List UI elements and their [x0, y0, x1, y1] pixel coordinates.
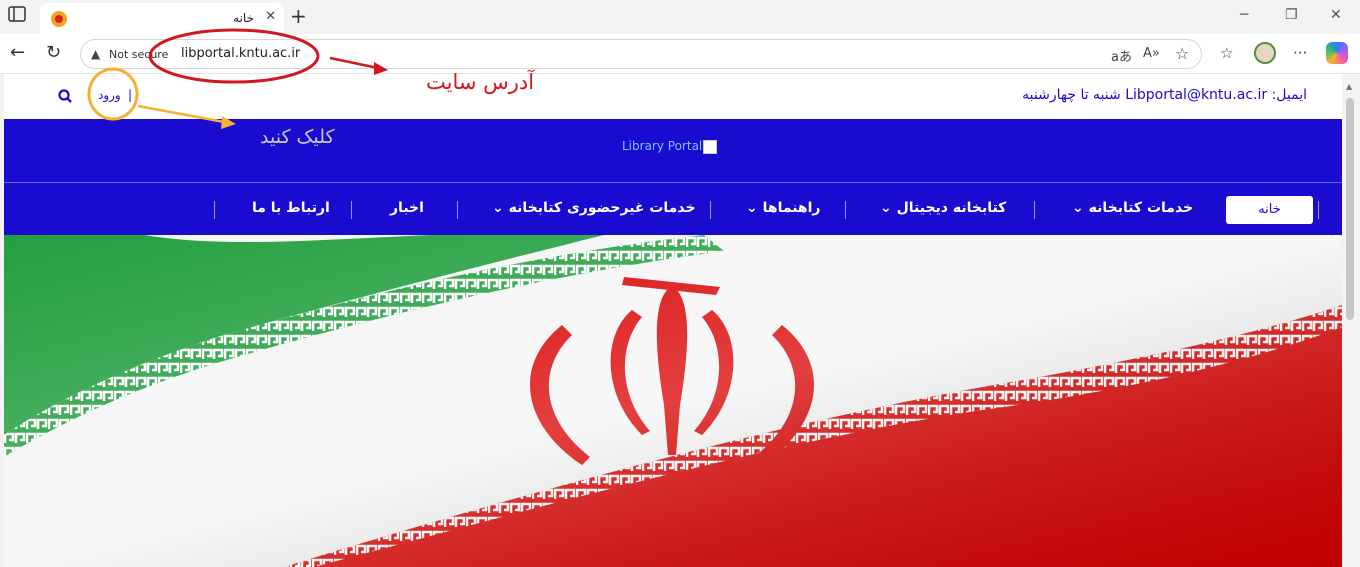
web-page: ایمیل: Libportal@kntu.ac.ir شنبه تا چهار… — [4, 74, 1342, 567]
chevron-down-icon: ⌄ — [746, 200, 758, 216]
translate-icon[interactable]: aあ — [1111, 46, 1132, 65]
tab-strip: خانه ✕ + ─ ❐ ✕ — [0, 0, 1360, 34]
back-icon[interactable]: ← — [10, 42, 25, 63]
chevron-down-icon: ⌄ — [1072, 200, 1084, 216]
close-window-icon[interactable]: ✕ — [1330, 7, 1342, 23]
restore-icon[interactable]: ❐ — [1285, 7, 1298, 23]
contact-email-text: ایمیل: Libportal@kntu.ac.ir شنبه تا چهار… — [1022, 87, 1307, 103]
chevron-down-icon: ⌄ — [880, 200, 892, 216]
address-bar[interactable]: ▲ Not secure libportal.kntu.ac.ir aあ A» … — [80, 39, 1202, 69]
copilot-icon[interactable] — [1326, 42, 1348, 64]
nav-label: راهنماها — [762, 200, 821, 216]
favorite-star-icon[interactable]: ☆ — [1175, 44, 1189, 63]
not-secure-label[interactable]: Not secure — [109, 48, 168, 61]
profile-avatar[interactable] — [1254, 42, 1276, 64]
nav-label: خدمات کتابخانه — [1088, 200, 1194, 216]
annotation-click-here: کلیک کنید — [260, 126, 335, 148]
more-menu-icon[interactable]: ··· — [1293, 44, 1307, 62]
iran-flag-illustration — [4, 235, 1342, 567]
nav-label: خدمات غیرحضوری کتابخانه — [508, 200, 696, 216]
nav-news[interactable]: اخبار — [390, 200, 424, 216]
site-topbar: ایمیل: Libportal@kntu.ac.ir شنبه تا چهار… — [4, 74, 1342, 119]
minimize-icon[interactable]: ─ — [1240, 7, 1248, 23]
chevron-down-icon: ⌄ — [492, 200, 504, 216]
nav-guides[interactable]: راهنماها ⌄ — [746, 200, 821, 216]
nav-home[interactable]: خانه — [1226, 196, 1313, 224]
nav-separator — [351, 201, 352, 219]
page-scrollbar[interactable]: ▲ — [1342, 74, 1360, 567]
reload-icon[interactable]: ↻ — [46, 42, 61, 63]
header-band: Library Portal خانه خدمات کتابخانه ⌄ کتا… — [4, 119, 1342, 235]
nav-separator — [214, 201, 215, 219]
nav-digital-library[interactable]: کتابخانه دیجیتال ⌄ — [880, 200, 1006, 216]
scrollbar-thumb[interactable] — [1346, 98, 1354, 320]
main-nav: خانه خدمات کتابخانه ⌄ کتابخانه دیجیتال ⌄… — [4, 182, 1342, 235]
login-link[interactable]: ورود — [98, 88, 121, 102]
login-separator: | — [128, 88, 133, 102]
browser-window: خانه ✕ + ─ ❐ ✕ ← ↻ ▲ Not secure libporta… — [0, 0, 1360, 567]
tab-title: خانه — [233, 11, 254, 25]
logo-alt-text: Library Portal — [622, 139, 703, 153]
active-tab[interactable]: خانه ✕ — [40, 3, 284, 34]
nav-separator — [710, 201, 711, 219]
site-favicon-icon — [51, 11, 67, 27]
nav-remote-services[interactable]: خدمات غیرحضوری کتابخانه ⌄ — [492, 200, 696, 216]
warning-icon[interactable]: ▲ — [91, 47, 100, 61]
nav-separator — [845, 201, 846, 219]
tab-close-icon[interactable]: ✕ — [265, 9, 276, 24]
nav-contact[interactable]: ارتباط با ما — [252, 200, 330, 216]
tab-actions-icon[interactable] — [8, 6, 32, 28]
read-aloud-icon[interactable]: A» — [1143, 46, 1160, 61]
nav-separator — [1318, 201, 1319, 219]
hero-flag-image — [4, 235, 1342, 567]
scroll-up-icon[interactable]: ▲ — [1346, 82, 1352, 91]
nav-library-services[interactable]: خدمات کتابخانه ⌄ — [1072, 200, 1193, 216]
browser-toolbar: ← ↻ ▲ Not secure libportal.kntu.ac.ir aあ… — [0, 34, 1360, 74]
broken-image-icon — [703, 139, 718, 154]
nav-label: کتابخانه دیجیتال — [896, 200, 1007, 216]
favorites-icon[interactable]: ☆ — [1220, 44, 1233, 62]
nav-separator — [457, 201, 458, 219]
site-logo[interactable]: Library Portal — [622, 139, 718, 154]
url-text[interactable]: libportal.kntu.ac.ir — [181, 46, 300, 61]
new-tab-button[interactable]: + — [290, 4, 307, 28]
annotation-site-address: آدرس سایت — [426, 70, 535, 94]
nav-separator — [1034, 201, 1035, 219]
search-icon[interactable] — [58, 89, 72, 107]
